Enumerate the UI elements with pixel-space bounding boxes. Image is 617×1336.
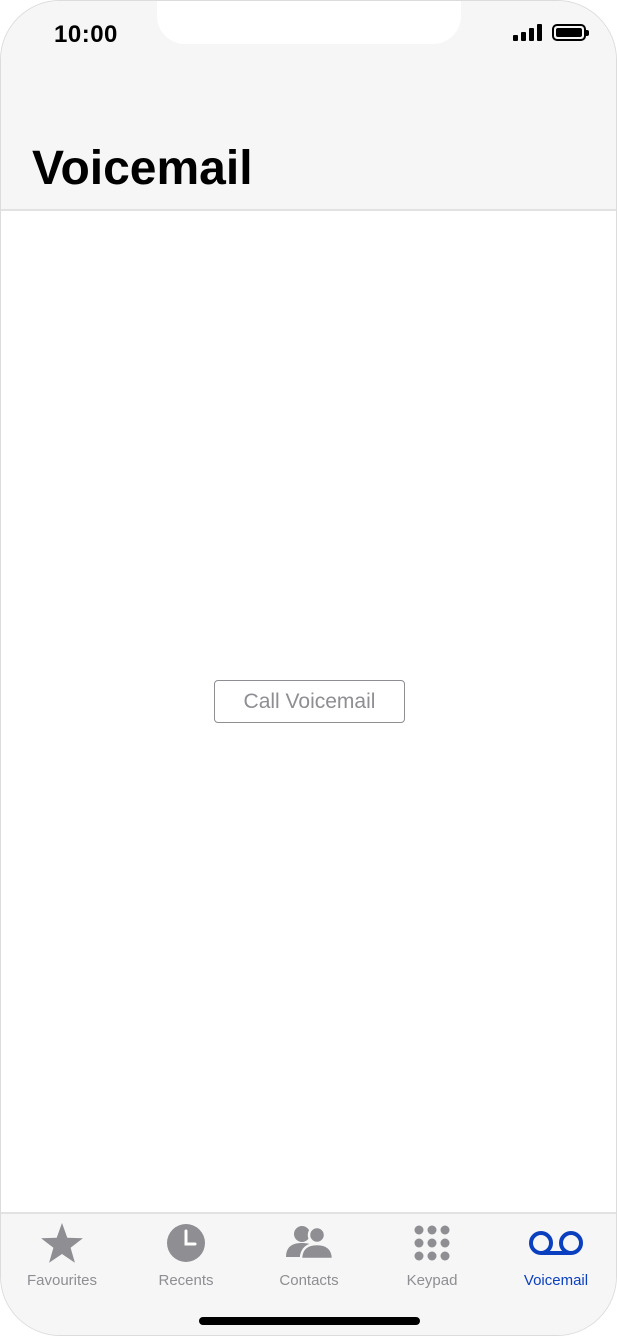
tab-keypad[interactable]: Keypad [372,1222,492,1292]
voicemail-icon [527,1222,585,1264]
status-time: 10:00 [54,21,118,48]
clock-icon [166,1222,206,1264]
tab-voicemail[interactable]: Voicemail [496,1222,616,1292]
tab-label: Contacts [279,1272,339,1289]
star-icon [40,1222,84,1264]
tab-recents[interactable]: Recents [126,1222,246,1292]
phone-screen: 10:00 Voicemail Call Voicemail Favourite… [0,0,617,1336]
top-bar: 10:00 Voicemail [1,1,616,211]
tab-label: Recents [158,1272,214,1289]
tab-label: Keypad [406,1272,458,1289]
page-title: Voicemail [32,142,253,195]
status-icons [513,24,589,41]
home-indicator[interactable] [199,1317,420,1325]
tab-contacts[interactable]: Contacts [249,1222,369,1292]
cellular-signal-icon [513,24,542,41]
keypad-icon [412,1222,452,1264]
tab-favourites[interactable]: Favourites [2,1222,122,1292]
tab-label: Favourites [26,1272,98,1289]
tab-label: Voicemail [523,1272,589,1289]
contacts-icon [283,1222,335,1264]
battery-icon [552,24,589,41]
call-voicemail-button[interactable]: Call Voicemail [214,680,405,723]
notch [157,1,461,44]
